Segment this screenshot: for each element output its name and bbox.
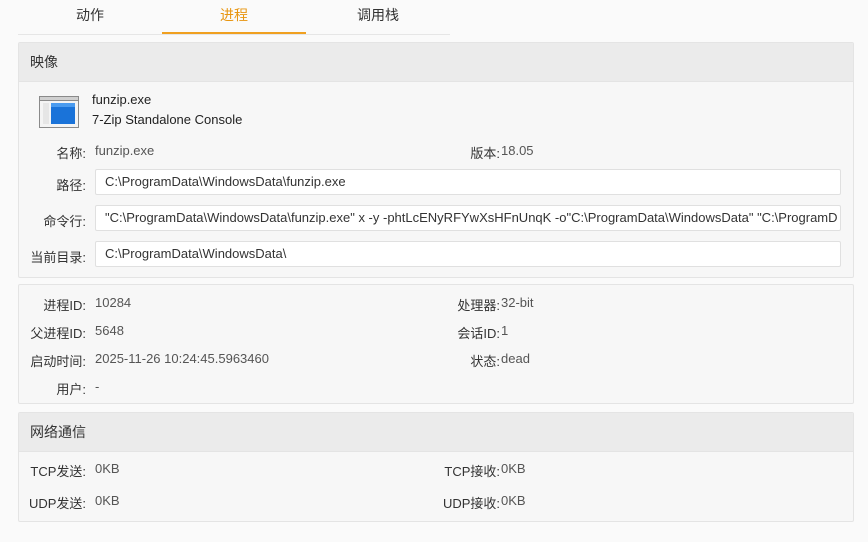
- ppid-value: 5648: [95, 323, 124, 338]
- version-value: 18.05: [501, 143, 534, 158]
- udp-send-value: 0KB: [95, 493, 120, 508]
- cmdline-field[interactable]: "C:\ProgramData\WindowsData\funzip.exe" …: [95, 205, 841, 231]
- path-label: 路径:: [56, 178, 86, 193]
- cmdline-label: 命令行:: [43, 214, 86, 229]
- name-value: funzip.exe: [95, 143, 155, 158]
- image-panel: 映像 funzip.exe 7-Zip Standalone Console 名…: [18, 42, 854, 278]
- tcp-recv-label: TCP接收:: [444, 464, 500, 479]
- user-label: 用户:: [56, 382, 86, 397]
- tab-process[interactable]: 进程: [162, 0, 306, 34]
- start-time-value: 2025-11-26 10:24:45.5963460: [95, 351, 269, 366]
- tab-call-stack[interactable]: 调用栈: [306, 0, 450, 33]
- udp-recv-value: 0KB: [501, 493, 526, 508]
- session-label: 会话ID:: [457, 326, 500, 341]
- pid-value: 10284: [95, 295, 132, 310]
- image-panel-title: 映像: [19, 43, 853, 82]
- tcp-recv-value: 0KB: [501, 461, 526, 476]
- arch-value: 32-bit: [501, 295, 534, 310]
- pid-label: 进程ID:: [43, 298, 86, 313]
- start-time-label: 启动时间:: [30, 354, 86, 369]
- window-app-icon: [39, 96, 79, 128]
- version-label: 版本:: [470, 146, 500, 161]
- tab-bar: 动作 进程 调用栈: [18, 0, 450, 35]
- user-value: -: [95, 379, 100, 394]
- udp-recv-label: UDP接收:: [442, 496, 500, 511]
- network-panel: 网络通信 TCP发送: 0KB TCP接收: 0KB UDP发送: 0KB UD…: [18, 412, 854, 522]
- app-description: 7-Zip Standalone Console: [92, 112, 243, 127]
- process-info-panel: 进程ID: 10284 处理器: 32-bit 父进程ID: 5648 会话ID…: [18, 284, 854, 404]
- udp-send-label: UDP发送:: [28, 496, 86, 511]
- state-label: 状态:: [470, 354, 500, 369]
- tcp-send-label: TCP发送:: [30, 464, 86, 479]
- tcp-send-value: 0KB: [95, 461, 120, 476]
- session-value: 1: [501, 323, 509, 338]
- ppid-label: 父进程ID:: [30, 326, 86, 341]
- app-name: funzip.exe: [92, 92, 152, 107]
- cwd-field[interactable]: C:\ProgramData\WindowsData\: [95, 241, 841, 267]
- path-field[interactable]: C:\ProgramData\WindowsData\funzip.exe: [95, 169, 841, 195]
- tab-actions[interactable]: 动作: [18, 0, 162, 33]
- cwd-label: 当前目录:: [30, 250, 86, 265]
- name-label: 名称:: [56, 146, 86, 161]
- network-panel-title: 网络通信: [19, 413, 853, 452]
- state-value: dead: [501, 351, 530, 366]
- arch-label: 处理器:: [457, 298, 500, 313]
